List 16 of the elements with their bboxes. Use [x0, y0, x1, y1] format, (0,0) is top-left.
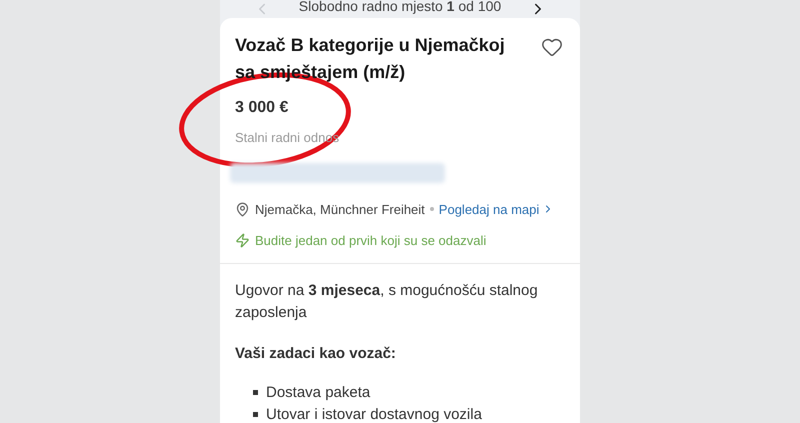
description-text: Ugovor na 3 mjeseca, s mogućnošću stalnog zaposlenja [235, 280, 539, 322]
task-item: Utovar i istovar dostavnog vozila [266, 404, 482, 423]
map-link[interactable]: Pogledaj na mapi [438, 200, 554, 219]
dot-separator [430, 207, 434, 212]
response-notice: Budite jedan od prvih koji su se odazvali [255, 232, 486, 250]
job-title: Vozač B kategorije u Njemačkoj sa smještajem (m/ž) [235, 34, 506, 84]
map-pin-icon [235, 202, 250, 217]
lightning-icon [235, 233, 250, 248]
task-item: Dostava paketa [266, 382, 370, 402]
pager-text: Slobodno radno mjesto 1 od 100 [298, 0, 502, 16]
heart-icon[interactable] [541, 36, 563, 58]
location: Njemačka, Münchner Freiheit [255, 200, 425, 219]
tasks-heading: Vaši zadaci kao vozač: [235, 344, 397, 364]
bullet-icon [253, 412, 258, 417]
bullet-icon [253, 390, 258, 395]
salary: 3 000 € [235, 98, 290, 118]
